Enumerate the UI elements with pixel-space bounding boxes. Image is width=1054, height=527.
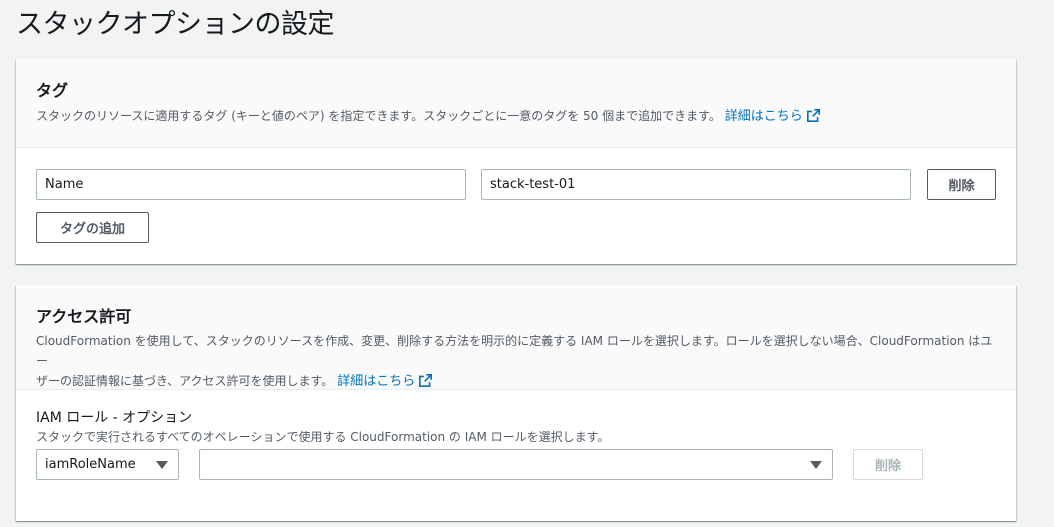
permissions-description-line2-wrap: ザーの認証情報に基づき、アクセス許可を使用します。 詳細はこちら [36,371,996,392]
permissions-panel: アクセス許可 CloudFormation を使用して、スタックのリソースを作成… [16,285,1016,521]
tags-panel: タグ スタックのリソースに適用するタグ (キーと値のペア) を指定できます。スタ… [16,59,1016,264]
permissions-title: アクセス許可 [36,307,132,326]
tags-title: タグ [36,81,69,100]
remove-tag-button[interactable]: 削除 [927,169,996,200]
chevron-down-icon [810,461,822,469]
iam-role-label: IAM ロール - オプション [36,410,193,426]
tags-learn-more-link[interactable]: 詳細はこちら [725,109,820,124]
add-tag-button[interactable]: タグの追加 [36,212,149,243]
tags-description-text: スタックのリソースに適用するタグ (キーと値のペア) を指定できます。スタックご… [36,109,721,123]
tag-key-input[interactable]: Name [36,169,466,200]
external-link-icon [419,374,433,387]
tags-description: スタックのリソースに適用するタグ (キーと値のペア) を指定できます。スタックご… [36,106,996,127]
iam-role-name-select[interactable] [199,449,833,480]
chevron-down-icon [156,461,168,469]
iam-role-type-select[interactable]: iamRoleName [36,449,179,480]
permissions-panel-header: アクセス許可 CloudFormation を使用して、スタックのリソースを作成… [16,285,1016,390]
permissions-learn-more-text[interactable]: 詳細はこちら [337,374,415,389]
permissions-description-line1: CloudFormation を使用して、スタックのリソースを作成、変更、削除す… [36,334,993,368]
remove-iam-role-button[interactable]: 削除 [853,449,923,480]
tag-value-input[interactable]: stack-test-01 [481,169,911,200]
permissions-description: CloudFormation を使用して、スタックのリソースを作成、変更、削除す… [36,331,996,392]
tags-panel-header: タグ スタックのリソースに適用するタグ (キーと値のペア) を指定できます。スタ… [16,59,1016,148]
permissions-description-line2: ザーの認証情報に基づき、アクセス許可を使用します。 [36,374,334,388]
external-link-icon [806,109,820,122]
iam-role-description: スタックで実行されるすべてのオペレーションで使用する CloudFormatio… [36,430,610,444]
page-title: スタックオプションの設定 [16,9,335,40]
tags-learn-more-text[interactable]: 詳細はこちら [725,109,803,124]
permissions-learn-more-link[interactable]: 詳細はこちら [337,374,433,389]
iam-role-type-value: iamRoleName [45,457,136,472]
